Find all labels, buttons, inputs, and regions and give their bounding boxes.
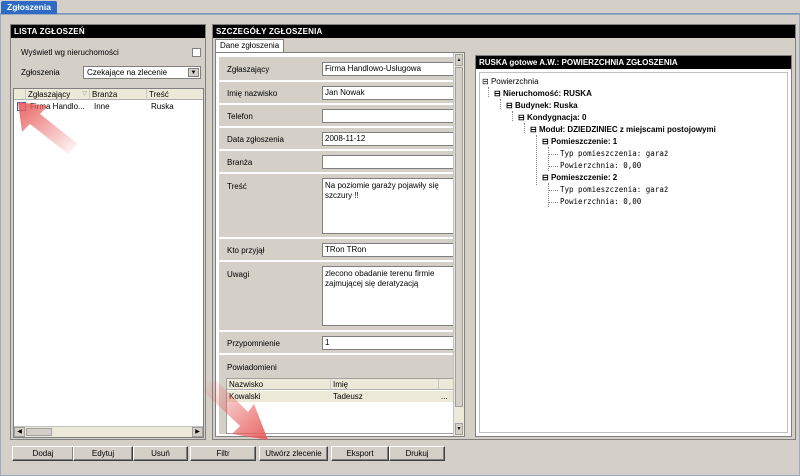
filter-select-value: Czekające na zlecenie xyxy=(87,68,168,77)
data-field[interactable]: 2008-11-12 xyxy=(322,132,454,146)
tree-connector xyxy=(524,123,525,133)
tree-connector xyxy=(548,147,549,171)
kto-label: Kto przyjął xyxy=(227,246,265,255)
scroll-down-icon[interactable]: ▼ xyxy=(455,423,463,435)
przyp-label: Przypomnienie xyxy=(227,339,280,348)
filter-button[interactable]: Filtr xyxy=(190,446,256,461)
requests-list-title: LISTA ZGŁOSZEŃ xyxy=(11,25,205,38)
column-header-branza[interactable]: Branża xyxy=(90,89,147,100)
form-vertical-scrollbar[interactable]: ▲ ▼ xyxy=(453,53,464,436)
cell-imie[interactable]: Tadeusz xyxy=(331,391,439,402)
tree-connector xyxy=(549,166,558,167)
tree-connector xyxy=(500,99,501,109)
tree-leaf-room-1-type[interactable]: Typ pomieszczenia: garaż xyxy=(560,148,668,159)
column-header-tresc[interactable]: Treść xyxy=(147,89,204,100)
column-header-imie[interactable]: Imię xyxy=(331,379,439,390)
horizontal-scrollbar[interactable]: ◀ ▶ xyxy=(14,426,203,437)
delete-button[interactable]: Usuń xyxy=(133,446,188,461)
form-row-data: Data zgłoszenia 2008-11-12 xyxy=(219,128,464,150)
branza-field[interactable] xyxy=(322,155,454,169)
tree-connector xyxy=(549,190,558,191)
tresc-field[interactable]: Na poziomie garaży pojawiły się szczury … xyxy=(322,178,454,234)
tree-leaf-room-2-area[interactable]: Powierzchnia: 0,00 xyxy=(560,196,641,207)
tree-connector xyxy=(488,87,489,97)
column-header-extra xyxy=(439,379,454,390)
tree-connector xyxy=(549,154,558,155)
zglaszajacy-label: Zgłaszający xyxy=(227,65,270,74)
zglaszajacy-field[interactable]: Firma Handlowo-Usługowa xyxy=(322,62,454,76)
kto-field[interactable]: TRon TRon xyxy=(322,243,454,257)
tree-connector xyxy=(549,202,558,203)
area-tree-title: RUSKA gotowe A.W.: POWIERZCHNIA ZGŁOSZEN… xyxy=(476,56,791,69)
tree-node-room-2[interactable]: ⊟ Pomieszczenie: 2 xyxy=(542,172,617,183)
form-row-telefon: Telefon xyxy=(219,105,464,127)
powiadomieni-label: Powiadomieni xyxy=(227,363,277,372)
form-row-imie: Imię nazwisko Jan Nowak xyxy=(219,82,464,104)
show-by-property-checkbox[interactable] xyxy=(192,48,201,57)
tree-leaf-room-1-area[interactable]: Powierzchnia: 0,00 xyxy=(560,160,641,171)
tree-node-root[interactable]: ⊟ Powierzchnia xyxy=(482,76,539,87)
form-row-tresc: Treść Na poziomie garaży pojawiły się sz… xyxy=(219,174,464,238)
annotation-arrow-icon xyxy=(204,380,268,440)
area-tree-panel: RUSKA gotowe A.W.: POWIERZCHNIA ZGŁOSZEN… xyxy=(475,55,792,437)
edit-button[interactable]: Edytuj xyxy=(73,446,133,461)
sort-icon: ▽ xyxy=(82,91,87,97)
tree-node-room-1[interactable]: ⊟ Pomieszczenie: 1 xyxy=(542,136,617,147)
tree-node-module[interactable]: ⊟ Moduł: DZIEDZINIEC z miejscami postojo… xyxy=(530,124,716,135)
tree-node-property[interactable]: ⊟ Nieruchomość: RUSKA xyxy=(494,88,592,99)
tree-connector xyxy=(548,183,549,207)
przyp-field[interactable]: 1 xyxy=(322,336,454,350)
create-order-button[interactable]: Utwórz zlecenie xyxy=(259,446,328,461)
tree-leaf-room-2-type[interactable]: Typ pomieszczenia: garaż xyxy=(560,184,668,195)
branza-label: Branża xyxy=(227,158,253,167)
data-label: Data zgłoszenia xyxy=(227,135,284,144)
tresc-label: Treść xyxy=(227,182,247,191)
show-by-property-label: Wyświetl wg nieruchomości xyxy=(21,48,119,57)
form-row-zglaszajacy: Zgłaszający Firma Handlowo-Usługowa xyxy=(219,57,464,81)
area-tree: ⊟ Powierzchnia ⊟ Nieruchomość: RUSKA ⊟ B… xyxy=(479,72,788,433)
cell-branza: Inne xyxy=(94,102,110,111)
tab-strip xyxy=(0,0,800,14)
tree-connector xyxy=(536,135,537,185)
export-button[interactable]: Eksport xyxy=(331,446,389,461)
tree-node-floor[interactable]: ⊟ Kondygnacja: 0 xyxy=(518,112,587,123)
imie-label: Imię nazwisko xyxy=(227,89,278,98)
uwagi-label: Uwagi xyxy=(227,270,250,279)
requests-list-panel: LISTA ZGŁOSZEŃ Wyświetl wg nieruchomości… xyxy=(10,24,206,440)
scroll-left-icon[interactable]: ◀ xyxy=(14,427,25,437)
tab-zgloszenia[interactable]: Zgłoszenia xyxy=(1,1,57,14)
cell-tresc: Ruska xyxy=(151,102,174,111)
form-row-branza: Branża xyxy=(219,151,464,173)
scroll-up-icon[interactable]: ▲ xyxy=(455,54,463,66)
add-button[interactable]: Dodaj xyxy=(12,446,74,461)
chevron-down-icon[interactable]: ▼ xyxy=(188,68,199,77)
tree-node-building[interactable]: ⊟ Budynek: Ruska xyxy=(506,100,578,111)
uwagi-field[interactable]: zlecono obadanie terenu firmie zajmujące… xyxy=(322,266,454,326)
filter-label: Zgłoszenia xyxy=(21,68,60,77)
tree-connector xyxy=(512,111,513,121)
print-button[interactable]: Drukuj xyxy=(389,446,445,461)
scroll-thumb[interactable] xyxy=(455,67,463,407)
request-details-title: SZCZEGÓŁY ZGŁOSZENIA xyxy=(213,25,795,38)
form-row-przyp: Przypomnienie 1 xyxy=(219,332,464,354)
filter-select[interactable]: Czekające na zlecenie ▼ xyxy=(83,66,201,79)
more-button[interactable]: ... xyxy=(439,391,454,402)
telefon-label: Telefon xyxy=(227,112,253,121)
form-row-kto: Kto przyjął TRon TRon xyxy=(219,239,464,261)
tab-dane-zgloszenia[interactable]: Dane zgłoszenia xyxy=(215,39,285,52)
telefon-field[interactable] xyxy=(322,109,454,123)
form-row-uwagi: Uwagi zlecono obadanie terenu firmie zaj… xyxy=(219,262,464,331)
scroll-thumb[interactable] xyxy=(26,428,52,436)
annotation-arrow-icon xyxy=(18,102,78,154)
imie-field[interactable]: Jan Nowak xyxy=(322,86,454,100)
